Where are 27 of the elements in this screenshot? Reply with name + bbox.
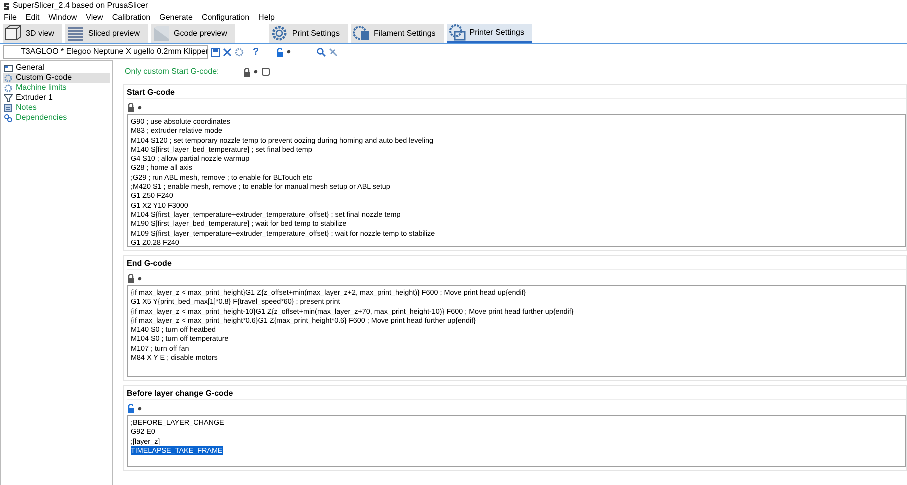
menu-item[interactable]: Window (48, 12, 78, 24)
tab[interactable]: Gcode preview (151, 24, 236, 43)
menu-item[interactable]: Calibration (112, 12, 151, 24)
tab[interactable]: 3D view (3, 24, 62, 43)
menu-item[interactable]: Configuration (202, 12, 250, 24)
menu-item[interactable]: View (86, 12, 104, 24)
sidebar-item[interactable]: Notes (3, 103, 110, 113)
sidebar-item[interactable]: Machine limits (3, 83, 110, 93)
preset-dropdown[interactable]: T3AGLOO * Elegoo Neptune X ugello 0.2mm Klipper (3, 45, 208, 59)
setting-label: Only custom Start G-code: (125, 66, 220, 78)
tab[interactable]: Print Settings (269, 24, 348, 43)
help-button[interactable]: ? (253, 44, 260, 60)
tab[interactable]: Sliced preview (65, 24, 148, 43)
sidebar-item[interactable]: Dependencies (3, 113, 110, 123)
section-title: Start G-code (127, 87, 906, 99)
menu-item[interactable]: Edit (26, 12, 40, 24)
sidebar-item[interactable]: Extruder 1 (3, 93, 110, 103)
tab[interactable]: Filament Settings (350, 24, 444, 43)
section-title: Before layer change G-code (127, 388, 906, 400)
menu-item[interactable]: Help (258, 12, 275, 24)
menu-item[interactable]: Generate (160, 12, 193, 24)
sidebar-item[interactable]: Custom G-code (3, 73, 110, 83)
window-title: SuperSlicer_2.4 based on PrusaSlicer (13, 0, 148, 12)
sidebar-item[interactable]: General (3, 63, 110, 73)
section-title: End G-code (127, 258, 906, 270)
tab[interactable]: Printer Settings (446, 24, 532, 43)
menu-item[interactable]: File (4, 12, 17, 24)
